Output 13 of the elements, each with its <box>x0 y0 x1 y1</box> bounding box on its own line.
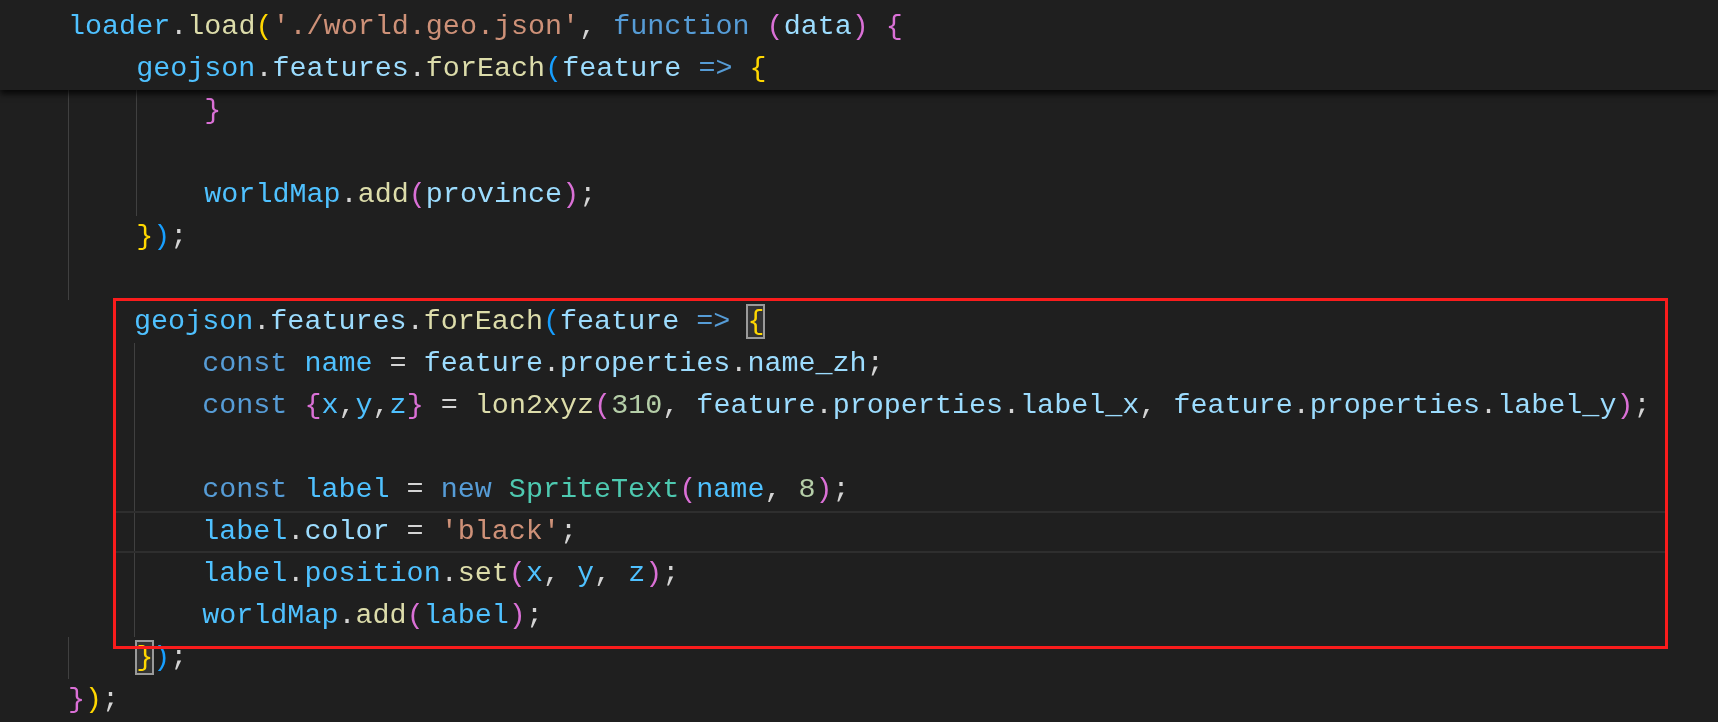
code-line: } <box>0 90 1718 132</box>
code-line: worldMap.add(label); <box>116 595 1665 637</box>
code-line: const label = new SpriteText(name, 8); <box>116 469 1665 511</box>
code-line: loader.load('./world.geo.json', function (data) { <box>67 9 904 45</box>
code-line: worldMap.add(province); <box>0 174 1718 216</box>
code-line: label.position.set(x, y, z); <box>116 553 1665 595</box>
code-line: const name = feature.properties.name_zh; <box>116 343 1665 385</box>
code-line: geojson.features.forEach(feature => { <box>135 51 768 87</box>
code-line: label.color = 'black'; <box>116 511 1665 553</box>
code-line: }); <box>67 682 121 718</box>
code-line: }); <box>0 216 1718 258</box>
code-line: geojson.features.forEach(feature => { <box>133 304 766 340</box>
code-line: const {x,y,z} = lon2xyz(310, feature.properties.label_x, feature.properties.label_y); <box>116 385 1665 427</box>
